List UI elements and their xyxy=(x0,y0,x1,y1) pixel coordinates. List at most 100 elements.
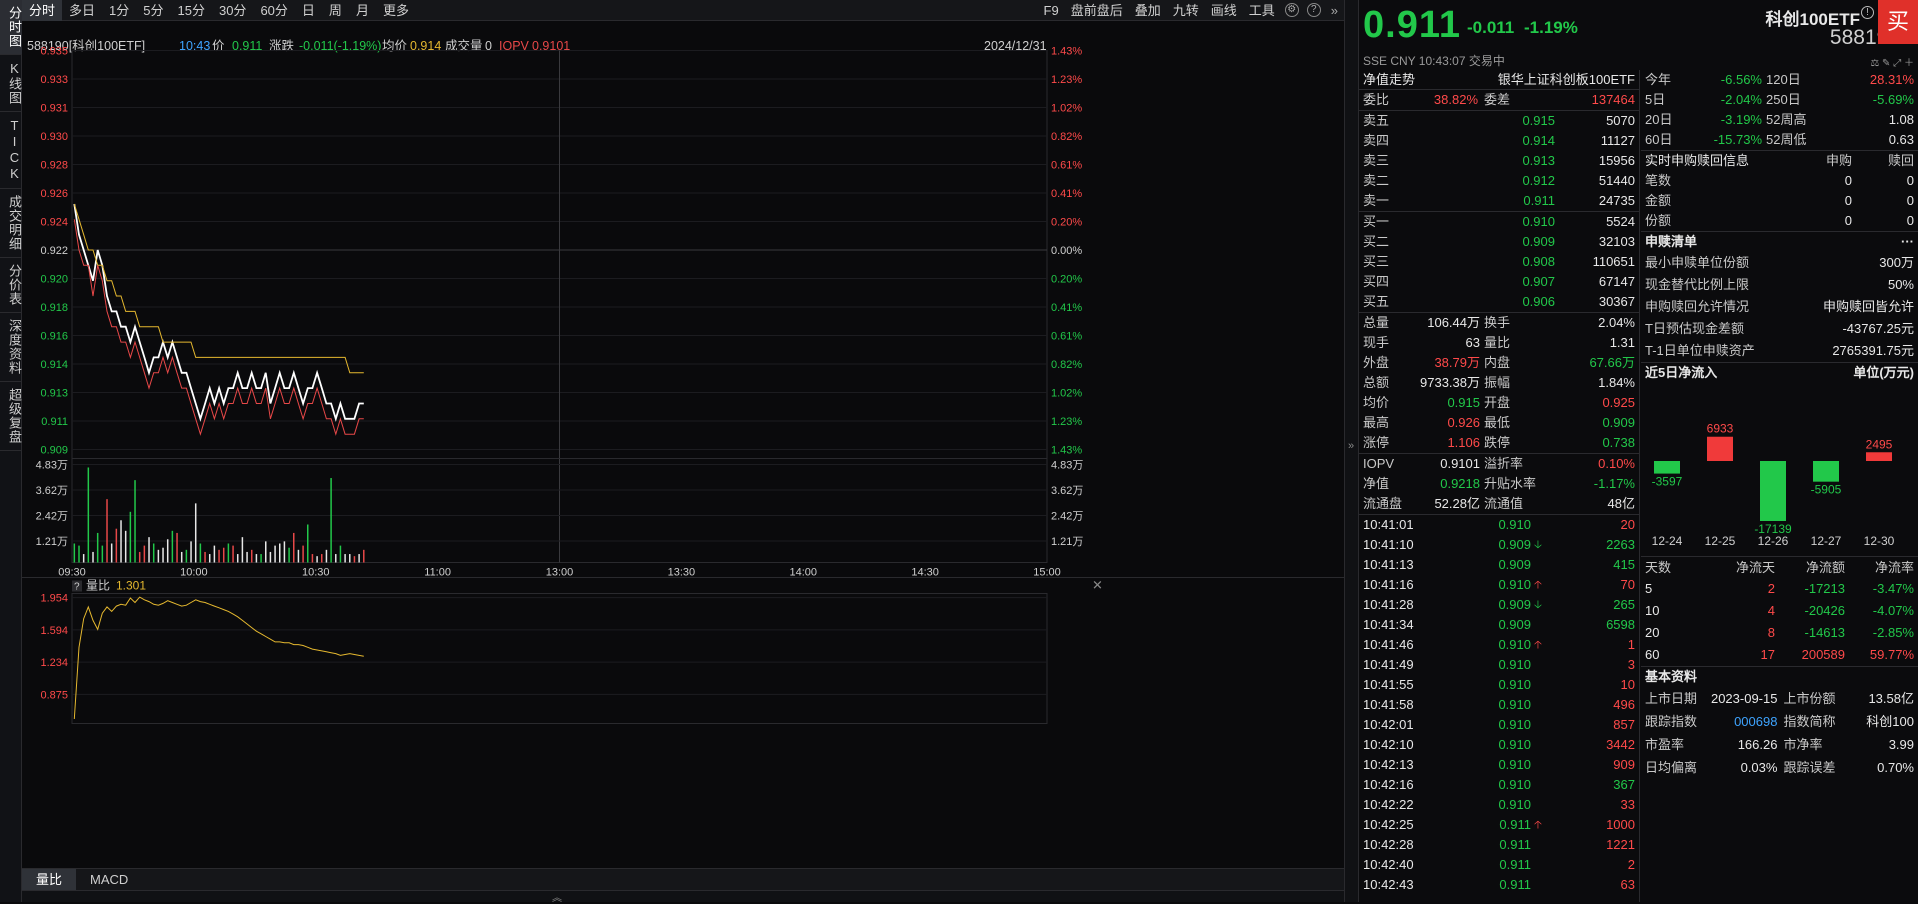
sl-more-button[interactable]: ··· xyxy=(1901,232,1914,252)
quote-panel: 0.911 -0.011 -1.19% 科创100ETF ! 588190 买 … xyxy=(1359,0,1918,902)
tick-volume: 1000 xyxy=(1606,817,1635,832)
ratio-value: 1.301 xyxy=(116,579,146,593)
nav-item-1[interactable]: K线图 xyxy=(0,55,22,112)
tick-time: 10:42:13 xyxy=(1363,757,1414,772)
nav-trend-link[interactable]: 净值走势 xyxy=(1363,70,1423,89)
collapse-arrow-icon[interactable]: » xyxy=(1348,440,1354,452)
y-right-tick-label: 0.20% xyxy=(1051,217,1082,229)
expand-icon[interactable]: » xyxy=(1331,3,1338,18)
asks-row: 卖三 0.913 15956 xyxy=(1359,151,1639,171)
sl-value: 300万 xyxy=(1879,255,1914,270)
nav-item-2[interactable]: TICK xyxy=(0,112,22,189)
y-tick-label: 0.924 xyxy=(40,217,68,229)
settings-icon[interactable]: ⚙ xyxy=(1284,3,1299,17)
tool-button-0[interactable]: F9 xyxy=(1038,0,1065,21)
help-icon[interactable]: ? xyxy=(1306,3,1321,17)
flow-ndays: 2 xyxy=(1767,581,1775,596)
info-icon[interactable]: ! xyxy=(1861,6,1874,19)
vol-right-tick-label: 4.83万 xyxy=(1051,460,1083,472)
tick-volume: 2 xyxy=(1627,857,1635,872)
flow-category-label: 12-27 xyxy=(1811,534,1842,548)
sl-label: 最小申赎单位份额 xyxy=(1645,255,1750,270)
perf-label: 60日 xyxy=(1645,132,1673,147)
tool-button-1[interactable]: 盘前盘后 xyxy=(1065,0,1129,21)
stats2-label: 流通盘 xyxy=(1363,496,1403,511)
tool-button-4[interactable]: 画线 xyxy=(1205,0,1243,21)
stats-label: 换手 xyxy=(1484,315,1511,330)
indicator-tab-1[interactable]: MACD xyxy=(76,869,142,890)
sl-row: 最小申赎单位份额 300万 xyxy=(1641,252,1918,274)
y-right-tick-label: 1.02% xyxy=(1051,103,1082,115)
toolbar-icons[interactable]: ⚖ ✎ ⤢ ＋ xyxy=(1870,54,1914,69)
period-tab-1[interactable]: 多日 xyxy=(62,0,102,21)
period-tab-8[interactable]: 周 xyxy=(322,0,349,21)
bids-row: 买四 0.907 67147 xyxy=(1359,272,1639,292)
indicator-tab-0[interactable]: 量比 xyxy=(22,869,77,890)
period-tab-3[interactable]: 5分 xyxy=(136,0,170,21)
tool-button-5[interactable]: 工具 xyxy=(1243,0,1281,21)
sl-rows: 最小申赎单位份额 300万 现金替代比例上限 50% 申购赎回允许情况 申购赎回皆允许 T日… xyxy=(1641,252,1918,362)
nav-item-3[interactable]: 成交明细 xyxy=(0,189,22,258)
perf-label: 5日 xyxy=(1645,92,1666,107)
tick-price: 0.910 xyxy=(1498,637,1531,652)
ask-levels: 卖五 0.915 5070 卖四 0.914 11127 卖三 0.913 15956 卖二 0.9… xyxy=(1359,110,1639,211)
period-tab-10[interactable]: 更多 xyxy=(376,0,416,21)
sg-sell: 0 xyxy=(1906,173,1914,188)
perf-row: 今年 -6.56% 120日 28.31% xyxy=(1641,70,1918,90)
asks-volume: 15956 xyxy=(1598,153,1635,168)
bids-row: 买五 0.906 30367 xyxy=(1359,292,1639,312)
nav-item-0[interactable]: 分时图 xyxy=(0,0,22,55)
tick-volume: 265 xyxy=(1613,597,1635,612)
y-tick-label: 0.931 xyxy=(40,103,68,115)
asks-label: 卖三 xyxy=(1363,153,1390,168)
tick-time: 10:41:01 xyxy=(1363,517,1414,532)
flow-rows: 5 2 -17213 -3.47% 10 4 -20426 -4.07% 20 8 -14613 -2… xyxy=(1641,578,1918,666)
arrow-none xyxy=(1531,875,1545,895)
period-tab-2[interactable]: 1分 xyxy=(102,0,136,21)
period-tab-9[interactable]: 月 xyxy=(349,0,376,21)
tick-time: 10:42:01 xyxy=(1363,717,1414,732)
tool-button-2[interactable]: 叠加 xyxy=(1129,0,1167,21)
panel-splitter[interactable]: » xyxy=(1344,0,1359,902)
bids-volume: 67147 xyxy=(1598,274,1635,289)
stats-value: 106.44万 xyxy=(1427,315,1480,330)
ratio-tick-label: 0.875 xyxy=(40,689,68,701)
period-tab-6[interactable]: 60分 xyxy=(253,0,294,21)
flow-table-header: 天数 净流天 净流额 净流率 xyxy=(1641,556,1918,578)
stats-row: 总额 9733.38万 振幅 1.84% xyxy=(1359,373,1639,393)
perf-row: 20日 -3.19% 52周高 1.08 xyxy=(1641,110,1918,130)
flow-ndays: 4 xyxy=(1767,603,1775,618)
period-tab-0[interactable]: 分时 xyxy=(22,0,63,21)
exchange-status: SSE CNY 10:43:07 交易中 xyxy=(1363,54,1505,68)
tool-button-3[interactable]: 九转 xyxy=(1167,0,1205,21)
close-panel-icon[interactable]: ✕ xyxy=(1092,578,1103,593)
nav-item-6[interactable]: 超级复盘 xyxy=(0,382,22,451)
y-right-tick-label: 0.82% xyxy=(1051,359,1082,371)
tick-time: 10:41:10 xyxy=(1363,537,1414,552)
period-tab-4[interactable]: 15分 xyxy=(171,0,212,21)
y-right-tick-label: 0.61% xyxy=(1051,331,1082,343)
tick-row: 10:41:34 0.909 6598 xyxy=(1359,615,1639,635)
x-tick-label: 14:30 xyxy=(911,567,939,579)
bids-price: 0.909 xyxy=(1522,234,1555,249)
perf-label: 52周高 xyxy=(1766,112,1807,127)
buy-button[interactable]: 买 xyxy=(1878,0,1918,44)
arrow-none xyxy=(1531,675,1545,695)
tick-row: 10:42:16 0.910 367 xyxy=(1359,775,1639,795)
flow-days: 20 xyxy=(1645,625,1660,640)
tick-time: 10:41:49 xyxy=(1363,657,1414,672)
nav-item-5[interactable]: 深度资料 xyxy=(0,313,22,382)
stats-row: 外盘 38.79万 内盘 67.66万 xyxy=(1359,353,1639,373)
x-tick-label: 11:00 xyxy=(424,567,451,579)
basic-label: 跟踪误差 xyxy=(1783,760,1836,775)
nav-item-4[interactable]: 分价表 xyxy=(0,258,22,313)
change-value: -0.011 xyxy=(1467,18,1515,37)
bids-price: 0.906 xyxy=(1522,294,1555,309)
period-tab-7[interactable]: 日 xyxy=(295,0,322,21)
tick-price: 0.910 xyxy=(1498,517,1531,532)
bids-volume: 110651 xyxy=(1592,254,1635,269)
period-tab-5[interactable]: 30分 xyxy=(212,0,253,21)
stats-label: 开盘 xyxy=(1484,395,1511,410)
stats-label: 最高 xyxy=(1363,415,1390,430)
basic-value[interactable]: 000698 xyxy=(1700,710,1777,733)
